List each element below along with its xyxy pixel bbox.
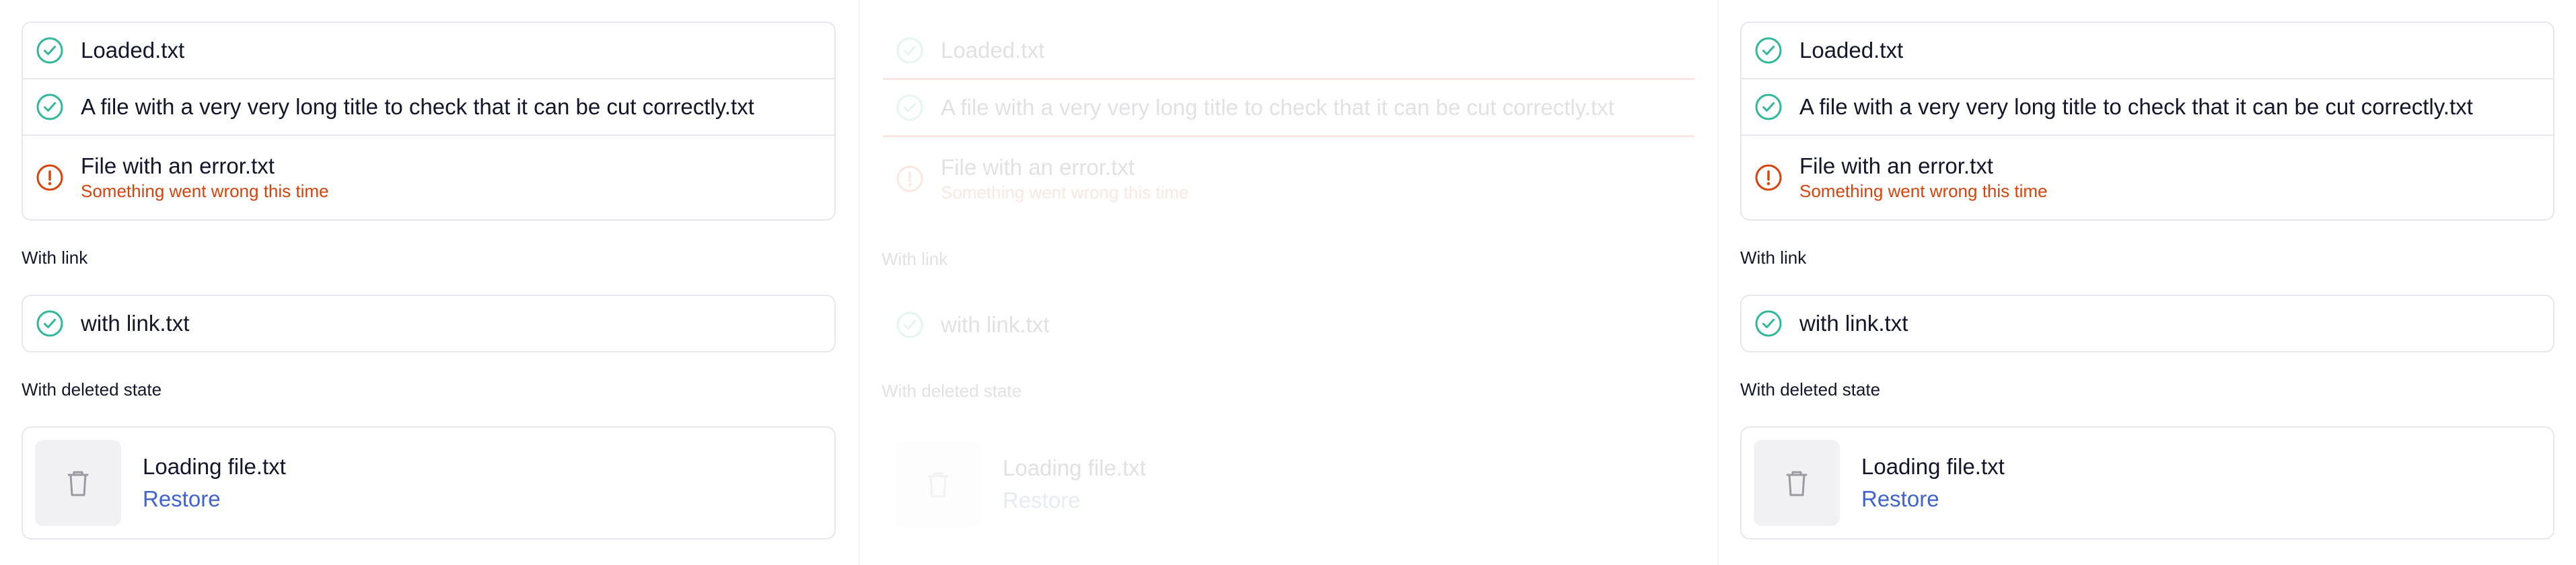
section-label-deleted: With deleted state (22, 379, 162, 400)
error-message: Something went wrong this time (1799, 181, 2048, 201)
file-link-card[interactable]: with link.txt (882, 296, 1696, 354)
uploader-content: Loaded.txt A file with a very very long … (1740, 22, 2554, 539)
section-label-with-link: With link (1740, 248, 1807, 268)
file-name: File with an error.txt (1799, 153, 1993, 178)
file-row[interactable]: Loaded.txt (1742, 23, 2553, 79)
file-link[interactable]: with link.txt (1799, 310, 1908, 337)
file-name: File with an error.txt (941, 155, 1135, 180)
file-row[interactable]: A file with a very very long title to ch… (883, 80, 1694, 137)
check-circle-icon (1754, 92, 1783, 122)
file-name: Loaded.txt (81, 38, 185, 63)
deleted-file-card: Loading file.txt Restore (1740, 426, 2554, 539)
check-circle-icon (1754, 36, 1783, 65)
file-name: Loaded.txt (1799, 38, 1904, 63)
trash-icon (1754, 440, 1840, 526)
section-label-deleted: With deleted state (882, 381, 1022, 401)
file-link[interactable]: with link.txt (941, 311, 1049, 338)
error-circle-icon (895, 164, 925, 194)
check-circle-icon (895, 36, 925, 65)
deleted-file-card: Loading file.txt Restore (22, 426, 836, 539)
file-link[interactable]: with link.txt (81, 310, 189, 337)
error-circle-icon (1754, 163, 1783, 192)
file-row[interactable]: A file with a very very long title to ch… (23, 79, 834, 136)
trash-icon (895, 441, 981, 527)
deleted-file-name: Loading file.txt (1861, 454, 2005, 479)
check-circle-icon (895, 93, 925, 122)
file-row-error[interactable]: File with an error.txt Something went wr… (1742, 136, 2553, 219)
restore-link[interactable]: Restore (1003, 484, 1146, 517)
error-message: Something went wrong this time (941, 182, 1189, 202)
uploader-content: Loaded.txt A file with a very very long … (882, 22, 1696, 541)
check-circle-icon (35, 309, 65, 338)
deleted-file-name: Loading file.txt (143, 454, 286, 479)
file-list: Loaded.txt A file with a very very long … (22, 22, 836, 221)
restore-link[interactable]: Restore (1861, 483, 2005, 515)
deleted-file-name: Loading file.txt (1003, 455, 1146, 480)
file-name: Loaded.txt (941, 38, 1045, 63)
file-name: A file with a very very long title to ch… (941, 95, 1614, 120)
check-circle-icon (35, 92, 65, 122)
panel-default: Loaded.txt A file with a very very long … (1719, 0, 2576, 565)
section-label-deleted: With deleted state (1740, 379, 1881, 400)
file-row[interactable]: Loaded.txt (23, 23, 834, 79)
file-link-card[interactable]: with link.txt (1740, 295, 2554, 352)
panel-dragging: Loaded.txt A file with a very very long … (860, 0, 1719, 565)
section-label-with-link: With link (882, 249, 948, 269)
file-name: A file with a very very long title to ch… (1799, 94, 2473, 119)
file-row-error[interactable]: File with an error.txt Something went wr… (23, 136, 834, 219)
file-list: Loaded.txt A file with a very very long … (1740, 22, 2554, 221)
file-name: A file with a very very long title to ch… (81, 94, 754, 119)
section-label-with-link: With link (22, 248, 88, 268)
deleted-file-card: Loading file.txt Restore (882, 428, 1696, 541)
trash-icon (35, 440, 121, 526)
restore-link[interactable]: Restore (143, 483, 286, 515)
check-circle-icon (35, 36, 65, 65)
file-list: Loaded.txt A file with a very very long … (882, 22, 1696, 222)
error-circle-icon (35, 163, 65, 192)
error-message: Something went wrong this time (81, 181, 329, 201)
file-row-error[interactable]: File with an error.txt Something went wr… (883, 137, 1694, 221)
file-row[interactable]: Loaded.txt (883, 23, 1694, 80)
check-circle-icon (1754, 309, 1783, 338)
panel-default: Loaded.txt A file with a very very long … (0, 0, 860, 565)
file-link-card[interactable]: with link.txt (22, 295, 836, 352)
file-row[interactable]: A file with a very very long title to ch… (1742, 79, 2553, 136)
file-name: File with an error.txt (81, 153, 275, 178)
uploader-content: Loaded.txt A file with a very very long … (22, 22, 836, 539)
check-circle-icon (895, 310, 925, 340)
